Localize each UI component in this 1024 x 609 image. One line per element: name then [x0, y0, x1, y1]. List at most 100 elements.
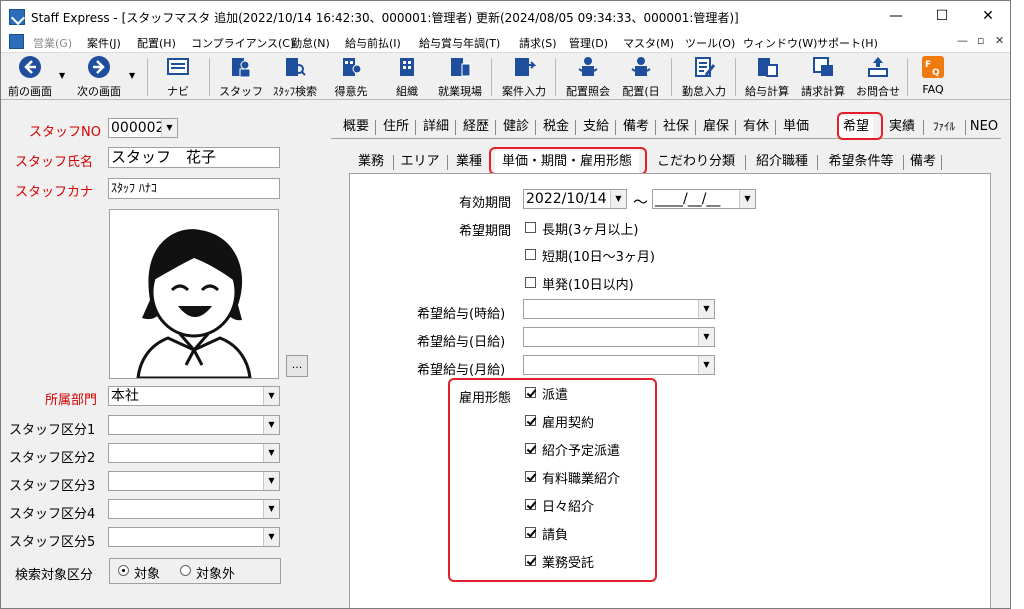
- mdi-restore-button[interactable]: ▫: [977, 34, 984, 47]
- wage-hour-combo[interactable]: ▼: [523, 299, 715, 319]
- menu-placement[interactable]: 配置(H): [137, 35, 176, 51]
- radio-target[interactable]: [118, 565, 129, 576]
- photo-browse-button[interactable]: ...: [286, 355, 308, 377]
- menu-sales[interactable]: 営業(G): [33, 35, 72, 51]
- staff-search-button[interactable]: ｽﾀｯﾌ検索: [269, 55, 321, 99]
- staff-cat4-combo[interactable]: ▼: [108, 499, 280, 519]
- work-site-button[interactable]: 就業現場: [433, 55, 487, 99]
- period-short-checkbox[interactable]: [525, 249, 536, 260]
- organization-button[interactable]: 組織: [387, 55, 427, 99]
- subtab-preference-category[interactable]: こだわり分類: [651, 151, 741, 173]
- staff-name-field[interactable]: スタッフ 花子: [108, 147, 280, 168]
- tab-social-insurance[interactable]: 社保: [659, 116, 693, 138]
- staff-cat2-combo[interactable]: ▼: [108, 443, 280, 463]
- contact-button[interactable]: お問合せ: [853, 55, 903, 99]
- close-button[interactable]: ✕: [965, 1, 1010, 32]
- job-entry-button[interactable]: 案件入力: [497, 55, 551, 99]
- valid-to-date[interactable]: ____/__/__ ▼: [652, 189, 756, 209]
- menu-jobs[interactable]: 案件(J): [87, 35, 121, 51]
- navi-button[interactable]: ナビ: [157, 55, 199, 99]
- placement-day-button[interactable]: 配置(日: [619, 55, 663, 99]
- prev-dropdown-icon[interactable]: ▼: [59, 71, 65, 80]
- staff-cat5-combo[interactable]: ▼: [108, 527, 280, 547]
- prev-screen-button[interactable]: 前の画面: [5, 55, 55, 99]
- tab-files[interactable]: ﾌｧｲﾙ: [927, 116, 961, 138]
- valid-from-date[interactable]: 2022/10/14 ▼: [523, 189, 627, 209]
- radio-non-target[interactable]: [180, 565, 191, 576]
- tab-remarks[interactable]: 備考: [619, 116, 653, 138]
- tab-career[interactable]: 経歴: [459, 116, 493, 138]
- chevron-down-icon[interactable]: ▼: [263, 444, 279, 462]
- maximize-button[interactable]: ☐: [919, 1, 965, 32]
- tab-overview[interactable]: 概要: [339, 116, 373, 138]
- period-short-label[interactable]: 短期(10日～3ヶ月): [542, 246, 655, 265]
- calendar-dropdown-icon[interactable]: ▼: [739, 190, 755, 208]
- staff-no-combo[interactable]: 000002 ▼: [108, 118, 178, 138]
- tab-unit-price[interactable]: 単価: [779, 116, 813, 138]
- tab-paid-leave[interactable]: 有休: [739, 116, 773, 138]
- client-button[interactable]: 得意先: [329, 55, 373, 99]
- period-once-label[interactable]: 単発(10日以内): [542, 274, 634, 293]
- placement-inquiry-label: 配置照会: [566, 85, 610, 98]
- chevron-down-icon[interactable]: ▼: [161, 119, 177, 137]
- subtab-remarks[interactable]: 備考: [907, 151, 939, 173]
- chevron-down-icon[interactable]: ▼: [263, 528, 279, 546]
- minimize-button[interactable]: —: [873, 1, 919, 32]
- wage-month-combo[interactable]: ▼: [523, 355, 715, 375]
- menu-master[interactable]: マスタ(M): [623, 35, 674, 51]
- mdi-close-button[interactable]: ✕: [995, 34, 1004, 47]
- radio-target-label[interactable]: 対象: [134, 563, 160, 582]
- tab-employment-insurance[interactable]: 雇保: [699, 116, 733, 138]
- payroll-calc-button[interactable]: 給与計算: [741, 55, 793, 99]
- chevron-down-icon[interactable]: ▼: [263, 472, 279, 490]
- menu-support[interactable]: サポート(H): [817, 35, 878, 51]
- mdi-minimize-button[interactable]: —: [957, 34, 968, 47]
- radio-non-target-label[interactable]: 対象外: [196, 563, 235, 582]
- staff-search-icon: [286, 58, 306, 76]
- period-long-label[interactable]: 長期(3ヶ月以上): [542, 219, 638, 238]
- staff-cat1-combo[interactable]: ▼: [108, 415, 280, 435]
- tab-payment[interactable]: 支給: [579, 116, 613, 138]
- staff-cat3-combo[interactable]: ▼: [108, 471, 280, 491]
- staff-button[interactable]: スタッフ: [217, 55, 265, 99]
- staff-kana-field[interactable]: ｽﾀｯﾌ ﾊﾅｺ: [108, 178, 280, 199]
- menu-compliance[interactable]: コンプライアンス(C): [191, 35, 294, 51]
- menu-admin[interactable]: 管理(D): [569, 35, 608, 51]
- wage-day-combo[interactable]: ▼: [523, 327, 715, 347]
- chevron-down-icon[interactable]: ▼: [698, 328, 714, 346]
- tab-tax[interactable]: 税金: [539, 116, 573, 138]
- calendar-dropdown-icon[interactable]: ▼: [610, 190, 626, 208]
- subtab-industry[interactable]: 業種: [451, 151, 487, 173]
- tab-neo[interactable]: NEO: [969, 116, 999, 138]
- next-screen-button[interactable]: 次の画面: [73, 55, 125, 99]
- menu-tools[interactable]: ツール(O): [685, 35, 735, 51]
- subtab-referral-job[interactable]: 紹介職種: [749, 151, 815, 173]
- chevron-down-icon[interactable]: ▼: [263, 416, 279, 434]
- tab-results[interactable]: 実績: [885, 116, 919, 138]
- menu-attendance[interactable]: 勤怠(N): [291, 35, 330, 51]
- tab-health[interactable]: 健診: [499, 116, 533, 138]
- subtab-area[interactable]: エリア: [397, 151, 443, 173]
- billing-calc-button[interactable]: 請求計算: [797, 55, 849, 99]
- period-once-checkbox[interactable]: [525, 277, 536, 288]
- next-dropdown-icon[interactable]: ▼: [129, 71, 135, 80]
- dept-combo[interactable]: 本社 ▼: [108, 386, 280, 406]
- menu-payroll[interactable]: 給与賞与年調(T): [419, 35, 500, 51]
- chevron-down-icon[interactable]: ▼: [263, 387, 279, 405]
- subtab-wish-conditions[interactable]: 希望条件等: [821, 151, 901, 173]
- chevron-down-icon[interactable]: ▼: [263, 500, 279, 518]
- period-long-checkbox[interactable]: [525, 222, 536, 233]
- chevron-down-icon[interactable]: ▼: [698, 300, 714, 318]
- menu-billing[interactable]: 請求(S): [519, 35, 557, 51]
- subtab-work[interactable]: 業務: [353, 151, 389, 173]
- tab-address[interactable]: 住所: [379, 116, 413, 138]
- menu-window[interactable]: ウィンドウ(W): [743, 35, 817, 51]
- placement-inquiry-button[interactable]: 配置照会: [561, 55, 615, 99]
- staff-cat3-label: スタッフ区分3: [9, 479, 96, 494]
- attendance-entry-button[interactable]: 勤怠入力: [677, 55, 731, 99]
- tab-details[interactable]: 詳細: [419, 116, 453, 138]
- faq-button[interactable]: FQ FAQ: [915, 55, 951, 99]
- menu-advance-pay[interactable]: 給与前払(I): [345, 35, 401, 51]
- form-scrollbar[interactable]: [991, 173, 1001, 608]
- chevron-down-icon[interactable]: ▼: [698, 356, 714, 374]
